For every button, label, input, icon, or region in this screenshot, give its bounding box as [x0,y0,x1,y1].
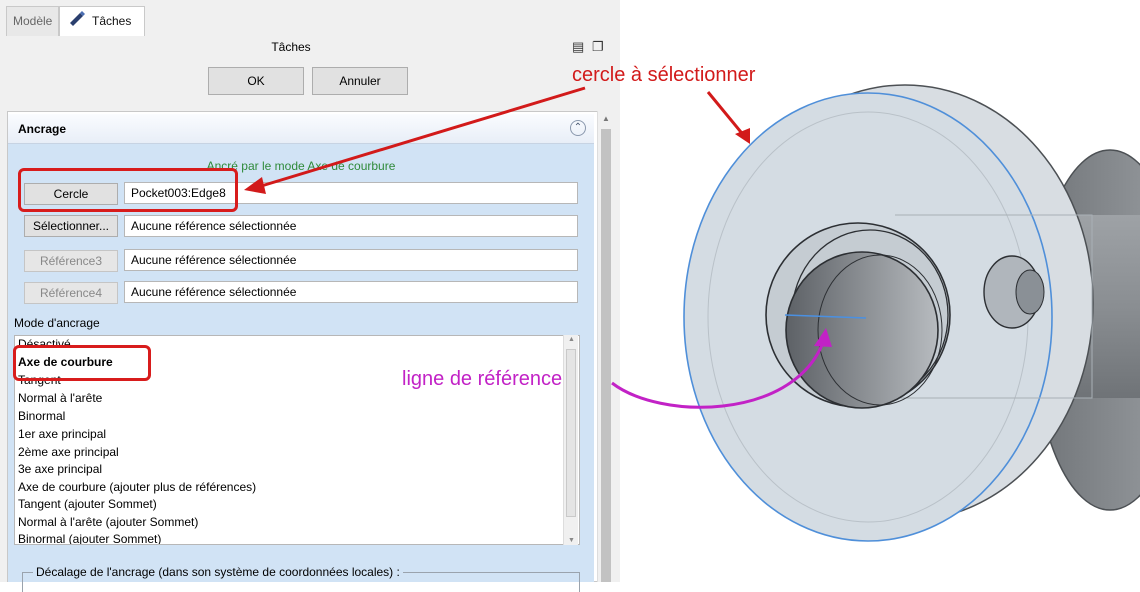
scroll-up-arrow-icon[interactable]: ▲ [602,114,610,123]
attachment-mode-label: Mode d'ancrage [14,316,100,330]
cancel-button[interactable]: Annuler [312,67,408,95]
mode-item[interactable]: Normal à l'arête (ajouter Sommet) [15,513,198,531]
task-scrollbar[interactable]: ▲ [597,111,613,582]
3d-viewport[interactable] [620,0,1140,582]
mode-item[interactable]: Axe de courbure (ajouter plus de référen… [15,478,256,496]
reference3-field[interactable]: Aucune référence sélectionnée [124,249,578,271]
pencil-icon [68,8,86,36]
highlight-selected-mode [13,345,151,381]
scroll-up-arrow-icon[interactable]: ▲ [568,336,575,343]
mode-list-scrollbar-thumb[interactable] [566,349,576,517]
mode-item[interactable]: 2ème axe principal [15,443,119,461]
mode-item[interactable]: Normal à l'arête [15,389,102,407]
task-scrollbar-thumb[interactable] [601,129,611,582]
attachment-section-title: Ancrage [18,122,67,136]
tab-model[interactable]: Modèle [6,6,59,36]
reference2-field[interactable]: Aucune référence sélectionnée [124,215,578,237]
attachment-offset-group: Décalage de l'ancrage (dans son système … [22,565,580,592]
3d-model-render[interactable] [620,0,1140,582]
ok-button[interactable]: OK [208,67,304,95]
tab-tasks[interactable]: Tâches [59,6,145,36]
task-panel-title: Tâches [271,40,311,54]
scroll-down-arrow-icon[interactable]: ▼ [568,537,575,544]
tab-tasks-label: Tâches [92,14,132,28]
attachment-section-header[interactable]: Ancrage ⌃ [8,114,594,144]
undock-icon[interactable]: ❐ [592,39,604,55]
annotation-reference-line: ligne de référence [402,368,563,390]
attachment-offset-group-title: Décalage de l'ancrage (dans son système … [33,565,403,579]
mode-item[interactable]: Binormal (ajouter Sommet) [15,530,161,544]
task-panel: Modèle Tâches Tâches ▤ ❐ OK Annuler ▲ An… [0,0,620,592]
dock-icon[interactable]: ▤ [572,39,584,55]
reference2-button[interactable]: Sélectionner... [24,215,118,237]
mode-item[interactable]: 1er axe principal [15,425,106,443]
annotation-circle-to-select: cercle à sélectionner [572,64,756,86]
mode-list-scrollbar[interactable]: ▲ ▼ [563,335,578,545]
mode-item[interactable]: Binormal [15,407,65,425]
reference4-field[interactable]: Aucune référence sélectionnée [124,281,578,303]
reference3-button[interactable]: Référence3 [24,250,118,272]
reference4-button[interactable]: Référence4 [24,282,118,304]
mode-item[interactable]: 3e axe principal [15,460,102,478]
tab-bar: Modèle Tâches [0,0,620,36]
highlight-reference1 [18,168,238,212]
chevron-up-double-icon[interactable]: ⌃ [570,120,586,136]
mode-item[interactable]: Tangent (ajouter Sommet) [15,495,157,513]
